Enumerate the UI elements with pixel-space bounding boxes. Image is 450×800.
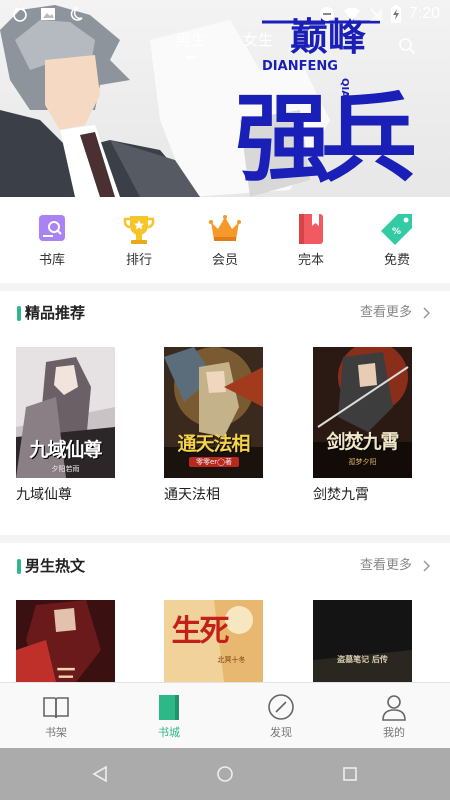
book-card[interactable]: 三 <box>16 600 116 682</box>
book-cover: 通天法相 零零er◯著 <box>164 347 263 478</box>
tab-female[interactable]: 女生 <box>243 30 273 50</box>
category-free[interactable]: % 免费 <box>362 212 432 269</box>
book-card[interactable]: 九域仙尊 夕阳若雨 九域仙尊 <box>16 347 116 504</box>
system-navigation-bar <box>0 748 450 800</box>
gender-tabs: 男生 女生 <box>0 30 450 64</box>
section-divider <box>0 535 450 543</box>
book-cover: 三 <box>16 600 115 682</box>
tab-male[interactable]: 男生 <box>176 30 206 50</box>
book-card[interactable]: 通天法相 零零er◯著 通天法相 <box>164 347 264 504</box>
cover-author: 孤梦夕阳 <box>348 458 377 466</box>
profile-icon <box>382 695 406 721</box>
category-membership-label: 会员 <box>211 253 238 268</box>
moon-icon <box>70 7 83 21</box>
library-search-icon <box>39 215 65 241</box>
category-ranking[interactable]: 排行 <box>104 212 174 269</box>
recents-icon[interactable] <box>341 765 359 783</box>
book-cover: 生死 北冥十冬 <box>164 600 263 682</box>
cover-author: 零零er◯著 <box>189 457 239 467</box>
cover-author: 夕阳若雨 <box>51 465 80 473</box>
book-card[interactable]: 剑焚九霄 孤梦夕阳 剑焚九霄 <box>313 347 413 504</box>
section-header-hot-male: 男生热文 查看更多 <box>0 547 450 587</box>
status-time: 7:20 <box>408 5 440 22</box>
cover-title: 通天法相 <box>177 433 250 455</box>
book-card[interactable]: 生死 北冥十冬 <box>164 600 264 682</box>
cat-face-icon <box>13 7 27 22</box>
nav-discover-label: 发现 <box>270 726 292 739</box>
battery-charging-icon <box>390 5 401 23</box>
nav-bookshelf[interactable]: 书架 <box>26 693 86 740</box>
banner-title-main: 强兵 <box>235 82 414 195</box>
cover-title: 生死 <box>171 614 230 649</box>
category-completed[interactable]: 完本 <box>276 212 346 269</box>
nav-discover[interactable]: 发现 <box>251 693 311 740</box>
nav-bookstore[interactable]: 书城 <box>139 693 199 740</box>
book-cover: 盗墓笔记 后传 <box>313 600 412 682</box>
nav-bookshelf-label: 书架 <box>45 726 67 739</box>
cover-title: 盗墓笔记 后传 <box>337 654 388 664</box>
chevron-right-icon[interactable] <box>422 307 430 319</box>
tab-indicator <box>186 56 196 59</box>
book-cover: 九域仙尊 夕阳若雨 <box>16 347 115 478</box>
section-accent-bar <box>17 306 21 321</box>
search-icon[interactable] <box>398 37 416 55</box>
image-icon <box>41 8 55 20</box>
crown-icon <box>209 215 241 241</box>
cover-author: 北冥十冬 <box>217 656 246 664</box>
book-title: 剑焚九霄 <box>313 487 369 503</box>
cover-title: 剑焚九霄 <box>326 431 399 453</box>
book-cover: 剑焚九霄 孤梦夕阳 <box>313 347 412 478</box>
book-card[interactable]: 盗墓笔记 后传 <box>313 600 413 682</box>
price-tag-icon: % <box>381 214 412 245</box>
back-icon[interactable] <box>91 765 109 783</box>
category-library-label: 书库 <box>38 253 65 268</box>
hero-banner[interactable]: 巅峰 DIANFENG 强兵 QIANGBING 7:20 男生 女生 <box>0 0 450 197</box>
section-title: 精品推荐 <box>25 304 86 322</box>
bookshelf-icon <box>43 697 69 719</box>
trophy-icon <box>123 216 155 244</box>
nav-profile[interactable]: 我的 <box>364 693 424 740</box>
cover-title: 九域仙尊 <box>29 439 102 461</box>
bookstore-icon <box>159 695 179 720</box>
category-library[interactable]: 书库 <box>17 212 87 269</box>
category-completed-label: 完本 <box>297 253 324 268</box>
banner-pinyin-col: QIANGBING <box>339 78 350 142</box>
wifi-icon <box>343 7 360 21</box>
chevron-right-icon[interactable] <box>422 560 430 572</box>
see-more-link[interactable]: 查看更多 <box>360 558 412 574</box>
minus-circle-icon <box>319 7 334 21</box>
section-title: 男生热文 <box>25 557 86 575</box>
section-header-featured: 精品推荐 查看更多 <box>0 294 450 334</box>
category-ranking-label: 排行 <box>125 253 152 268</box>
see-more-link[interactable]: 查看更多 <box>360 305 412 321</box>
category-free-label: 免费 <box>383 253 410 268</box>
home-icon[interactable] <box>216 765 234 783</box>
section-accent-bar <box>17 559 21 574</box>
section-divider <box>0 283 450 291</box>
svg-text:%: % <box>392 227 401 237</box>
status-bar: 7:20 <box>0 0 450 28</box>
book-title: 九域仙尊 <box>16 487 72 503</box>
book-title: 通天法相 <box>164 487 220 503</box>
category-row: 书库 排行 会员 完本 % 免费 <box>0 197 450 283</box>
cover-title: 三 <box>54 665 77 682</box>
compass-icon <box>268 694 294 720</box>
nav-profile-label: 我的 <box>383 726 405 739</box>
bottom-navigation: 书架 书城 发现 我的 <box>0 682 450 748</box>
category-membership[interactable]: 会员 <box>190 212 260 269</box>
no-signal-icon <box>369 8 382 21</box>
nav-bookstore-label: 书城 <box>158 726 180 739</box>
bookmark-book-icon <box>299 214 323 244</box>
